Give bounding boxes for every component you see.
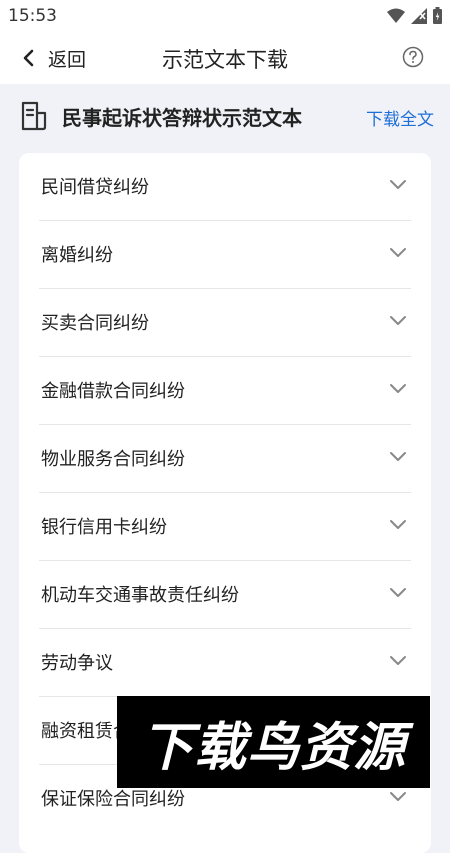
document-icon — [21, 101, 47, 131]
category-item-label: 劳动争议 — [41, 653, 113, 674]
signal-icon — [411, 7, 427, 24]
category-item[interactable]: 金融借款合同纠纷 — [39, 357, 411, 425]
category-item[interactable]: 买卖合同纠纷 — [39, 289, 411, 357]
watermark-text: 下载鸟资源 — [140, 717, 406, 778]
section-title: 民事起诉状答辩状示范文本 — [62, 106, 302, 130]
download-full-text-link[interactable]: 下载全文 — [366, 105, 434, 130]
chevron-down-icon — [390, 180, 406, 189]
category-item-label: 物业服务合同纠纷 — [41, 449, 185, 470]
category-item[interactable]: 离婚纠纷 — [39, 221, 411, 289]
chevron-down-icon — [390, 384, 406, 393]
chevron-down-icon — [390, 316, 406, 325]
status-icons — [387, 7, 442, 24]
help-circle-icon[interactable] — [402, 46, 424, 68]
category-item-label: 离婚纠纷 — [41, 245, 113, 266]
category-item-label: 买卖合同纠纷 — [41, 313, 149, 334]
category-item[interactable]: 机动车交通事故责任纠纷 — [39, 561, 411, 629]
category-item-label: 民间借贷纠纷 — [41, 177, 149, 198]
chevron-down-icon — [390, 656, 406, 665]
section-header: 民事起诉状答辩状示范文本 下载全文 — [0, 84, 450, 150]
wifi-icon — [387, 8, 405, 23]
category-item-label: 机动车交通事故责任纠纷 — [41, 585, 239, 606]
top-navbar: 返回 示范文本下载 — [0, 32, 450, 84]
chevron-down-icon — [390, 452, 406, 461]
category-item-label: 金融借款合同纠纷 — [41, 381, 185, 402]
category-item[interactable]: 物业服务合同纠纷 — [39, 425, 411, 493]
status-time: 15:53 — [8, 6, 57, 26]
category-item-label: 银行信用卡纠纷 — [41, 517, 167, 538]
chevron-down-icon — [390, 792, 406, 801]
watermark-banner: 下载鸟资源 — [117, 696, 430, 788]
chevron-down-icon — [390, 588, 406, 597]
category-item-label: 保证保险合同纠纷 — [41, 789, 185, 810]
category-item[interactable]: 银行信用卡纠纷 — [39, 493, 411, 561]
battery-icon — [433, 7, 442, 24]
category-item[interactable]: 民间借贷纠纷 — [39, 153, 411, 221]
category-item[interactable]: 劳动争议 — [39, 629, 411, 697]
status-bar: 15:53 — [0, 0, 450, 32]
chevron-down-icon — [390, 520, 406, 529]
chevron-down-icon — [390, 248, 406, 257]
page-title: 示范文本下载 — [162, 48, 288, 72]
